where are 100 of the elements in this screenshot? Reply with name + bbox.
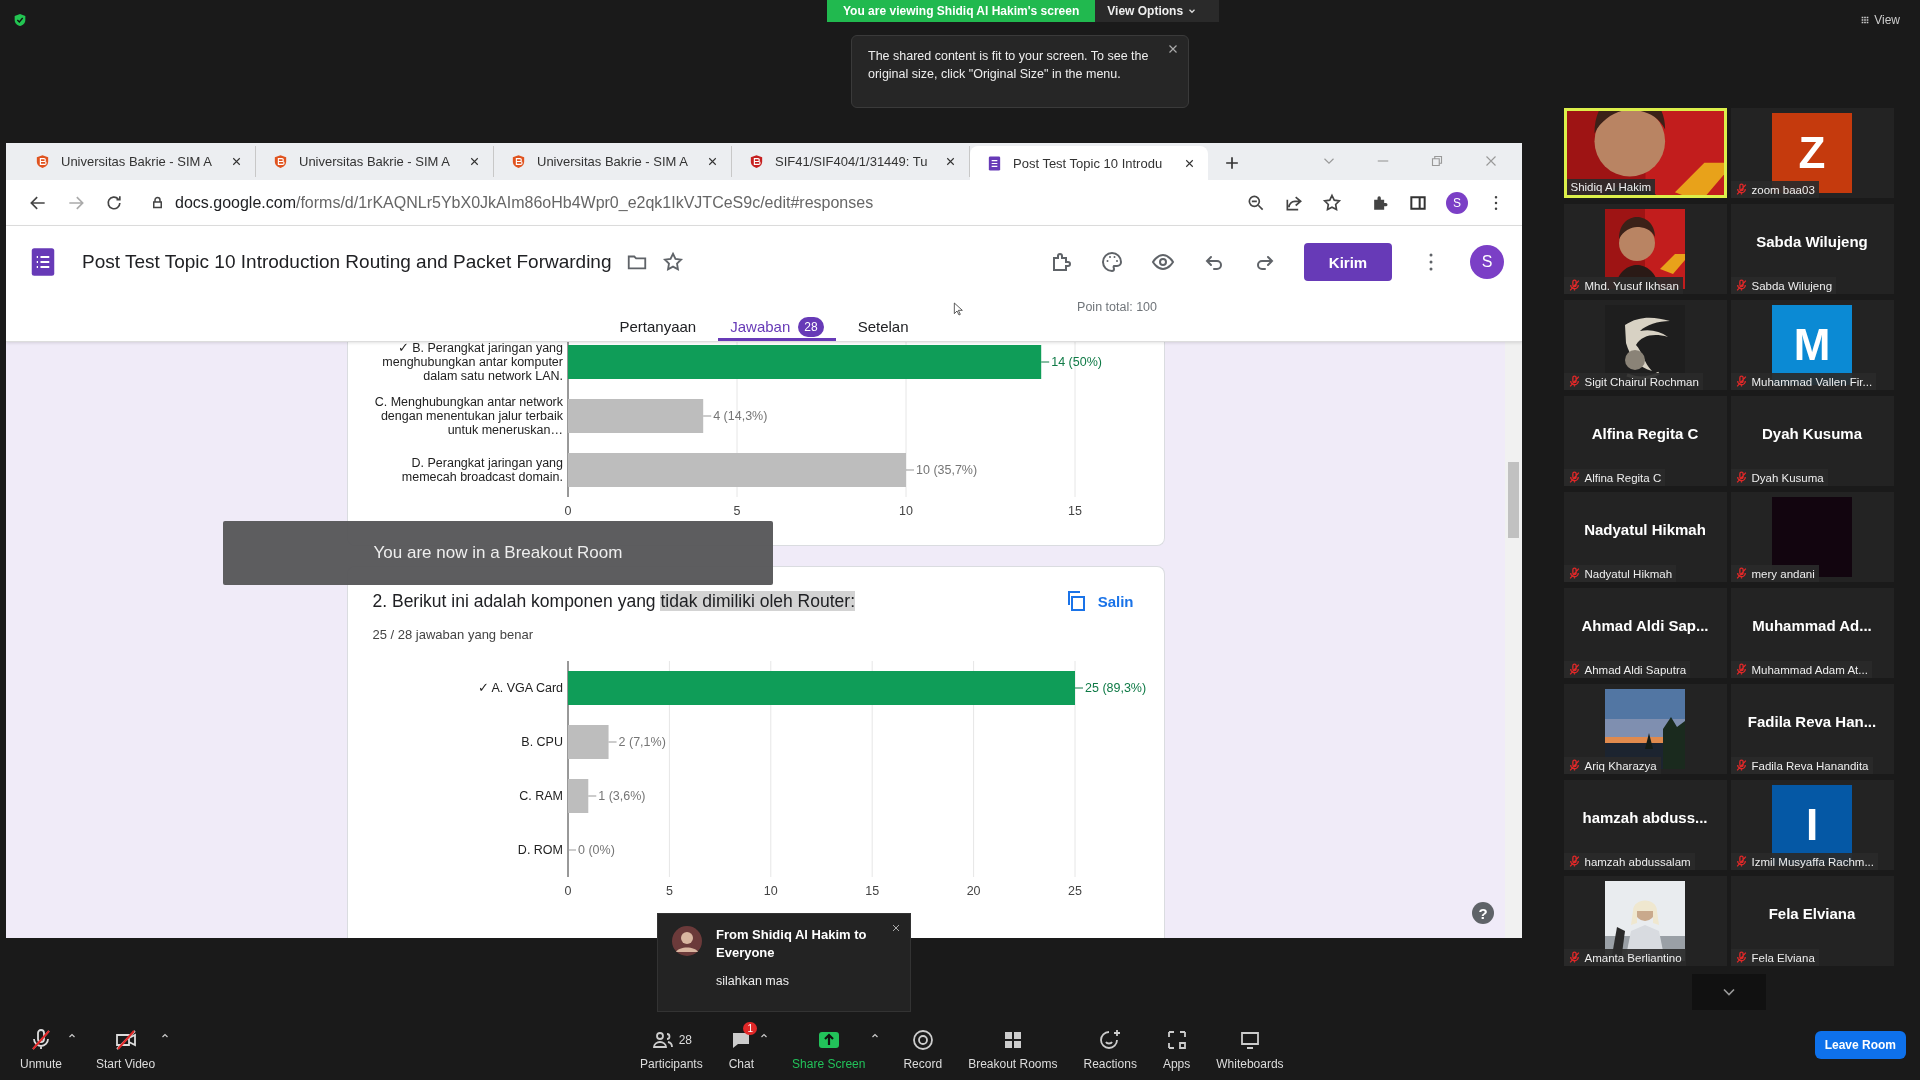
toolbar-button[interactable]: Breakout Rooms (964, 1019, 1062, 1071)
browser-tab[interactable]: Universitas Bakrie - SIM A (494, 146, 732, 177)
lock-icon (150, 195, 165, 210)
toolbar-button[interactable]: 28 Participants (636, 1019, 707, 1071)
browser-tab[interactable]: Universitas Bakrie - SIM A (18, 146, 256, 177)
participant-name: Sigit Chairul Rochman (1584, 375, 1699, 388)
display-name: Nadyatul Hikmah (1584, 520, 1706, 538)
shield-icon[interactable] (12, 12, 28, 28)
display-name: Alfina Regita C (1591, 424, 1699, 442)
toolbar-button[interactable]: Share Screen (788, 1019, 870, 1071)
palette-icon[interactable] (1100, 250, 1124, 274)
category-label: ✓ B. Perangkat jaringan yang menghubungkan antar komputer dalam satu network LAN. (381, 342, 563, 383)
participant-name: Alfina Regita C (1584, 471, 1662, 484)
shield-icon (272, 153, 289, 170)
value-label: 25 (89,3%) (1084, 681, 1146, 695)
display-name: Ahmad Aldi Sap... (1581, 616, 1709, 634)
tab-title: SIF41/SIF404/1/31449: Tu (775, 154, 929, 169)
chat-notification[interactable]: From Shidiq Al Hakim to Everyone silahkan mas (657, 913, 911, 1012)
participant-tile[interactable]: Dyah Kusuma Dyah Kusuma (1730, 396, 1894, 486)
tick-label: 25 (1067, 884, 1082, 898)
participant-tile[interactable]: Fela Elviana Fela Elviana (1730, 876, 1894, 966)
form-tab[interactable]: Pertanyaan (607, 315, 709, 341)
participant-tile[interactable]: Muhammad Ad... Muhammad Adam At... (1730, 588, 1894, 678)
tick-label: 15 (864, 884, 879, 898)
participant-tile[interactable]: Z zoom baa03 (1730, 108, 1894, 198)
participant-tile[interactable]: Amanta Berliantino (1563, 876, 1727, 966)
leave-room-button[interactable]: Leave Room (1814, 1031, 1906, 1059)
participant-tile[interactable]: Shidiq Al Hakim (1563, 108, 1727, 198)
tab-title: Universitas Bakrie - SIM A (537, 154, 689, 169)
reactions-icon (1098, 1027, 1123, 1052)
toolbar-button[interactable]: Reactions (1079, 1019, 1141, 1071)
participant-count: 28 (678, 1032, 693, 1047)
value-label: 10 (35,7%) (915, 463, 977, 477)
participant-tile[interactable]: Alfina Regita C Alfina Regita C (1563, 396, 1727, 486)
participant-tile[interactable]: Sigit Chairul Rochman (1563, 300, 1727, 390)
toolbar-button[interactable]: Whiteboards (1212, 1019, 1288, 1071)
url-text: docs.google.com/forms/d/1rKAQNLr5YbX0JkAIm86oHb4Wpr0_e2qk1IkVJTCeS9c/edit#responses (175, 193, 874, 212)
participant-tile[interactable]: Mhd. Yusuf Ikhsan (1563, 204, 1727, 294)
participant-tile[interactable]: Ariq Kharazya (1563, 684, 1727, 774)
browser-tab[interactable]: Universitas Bakrie - SIM A (256, 146, 494, 177)
form-tab[interactable]: Setelan (845, 315, 921, 341)
participant-name: Fadila Reva Hanandita (1751, 759, 1869, 772)
participant-tile[interactable]: Sabda Wilujeng Sabda Wilujeng (1730, 204, 1894, 294)
view-button[interactable]: View (1854, 12, 1906, 28)
toolbar-button[interactable]: 1 Chat (724, 1019, 759, 1071)
help-button[interactable]: ? (1472, 902, 1494, 924)
copy-button[interactable]: Salin (1063, 589, 1140, 613)
leader-line (905, 469, 914, 471)
participant-tile[interactable]: hamzah abduss... hamzah abdussalam (1563, 780, 1727, 870)
close-icon[interactable] (706, 155, 719, 168)
leader-line (1074, 687, 1083, 689)
star-icon[interactable] (1322, 192, 1342, 213)
category-label: D. Perangkat jaringan yang memecah broadcast domain. (401, 456, 563, 484)
participant-name: hamzah abdussalam (1584, 855, 1691, 868)
category-label: C. RAM (518, 789, 563, 803)
tab-title: Universitas Bakrie - SIM A (61, 154, 213, 169)
participant-name: Ahmad Aldi Saputra (1584, 663, 1687, 676)
grid-icon (1860, 15, 1871, 25)
close-icon[interactable] (890, 922, 902, 934)
form-icon (986, 154, 1003, 172)
participant-tile[interactable]: I Izmil Musyaffa Rachm... (1730, 780, 1894, 870)
toolbar-button[interactable]: Record (899, 1019, 947, 1071)
close-icon[interactable] (944, 155, 957, 168)
tab-title: Post Test Topic 10 Introdu (1013, 155, 1164, 171)
star-icon[interactable] (661, 251, 684, 273)
close-icon[interactable] (468, 155, 481, 168)
close-icon[interactable] (230, 155, 243, 168)
toolbar-button[interactable]: Unmute (16, 1019, 67, 1071)
participant-name: Muhammad Adam At... (1751, 663, 1868, 676)
avatar-icon (672, 926, 702, 956)
leader-line (567, 849, 576, 851)
participant-name: Ariq Kharazya (1584, 759, 1657, 772)
account-avatar[interactable]: S (1470, 245, 1504, 279)
participant-tile[interactable]: mery andani (1730, 492, 1894, 582)
participant-tile[interactable]: Fadila Reva Han... Fadila Reva Hanandita (1730, 684, 1894, 774)
address-bar[interactable]: docs.google.com/forms/d/1rKAQNLr5YbX0JkAIm86oHb4Wpr0_e2qk1IkVJTCeS9c/edit#responses (142, 185, 1352, 220)
view-options-button[interactable]: View Options (1095, 0, 1220, 22)
toolbar-button[interactable]: Apps (1158, 1019, 1195, 1071)
video-off-icon (113, 1027, 138, 1052)
leader-line (1040, 361, 1050, 363)
tick-label: 10 (763, 884, 778, 898)
points-total: Poin total: 100 (1077, 299, 1158, 314)
tick-label: 5 (733, 504, 740, 518)
participant-tile[interactable]: Ahmad Aldi Sap... Ahmad Aldi Saputra (1563, 588, 1727, 678)
form-title[interactable]: Post Test Topic 10 Introduction Routing and Packet Forwarding (82, 251, 612, 273)
scrollbar[interactable] (1505, 342, 1522, 938)
participant-tile[interactable]: Nadyatul Hikmah Nadyatul Hikmah (1563, 492, 1727, 582)
notification-badge: 1 (743, 1021, 757, 1035)
browser-tab[interactable]: Post Test Topic 10 Introdu (970, 146, 1208, 180)
category-label: B. CPU (520, 735, 563, 749)
toolbar-button[interactable]: Start Video (92, 1019, 160, 1071)
profile-avatar[interactable]: S (1446, 191, 1468, 214)
participant-tile[interactable]: M Muhammad Vallen Fir... (1730, 300, 1894, 390)
send-button[interactable]: Kirim (1304, 243, 1392, 281)
category-label: C. Menghubungkan antar network dengan menentukan jalur terbaik untuk meneruskan… (374, 395, 563, 437)
shield-icon (510, 153, 527, 170)
display-name: Dyah Kusuma (1762, 424, 1862, 442)
viewing-banner: You are viewing Shidiq Al Hakim's screen (827, 0, 1096, 22)
display-name: Fela Elviana (1768, 904, 1856, 922)
participant-name: Nadyatul Hikmah (1584, 567, 1673, 580)
